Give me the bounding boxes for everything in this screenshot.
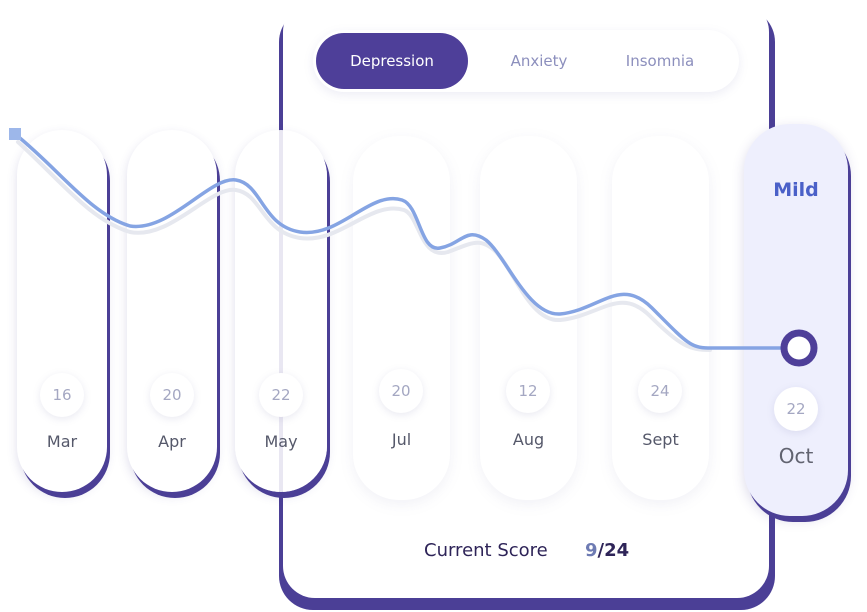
current-score-total: /24 [597,540,630,561]
trend-line-shadow [16,140,712,352]
current-score-value: 9/24 [585,540,629,561]
current-score-number: 9 [585,540,598,561]
current-point-marker[interactable] [780,329,818,367]
score-trend-chart [9,128,818,367]
trend-line [13,132,800,350]
current-score-label: Current Score [424,540,548,561]
trend-start-marker [9,128,21,140]
